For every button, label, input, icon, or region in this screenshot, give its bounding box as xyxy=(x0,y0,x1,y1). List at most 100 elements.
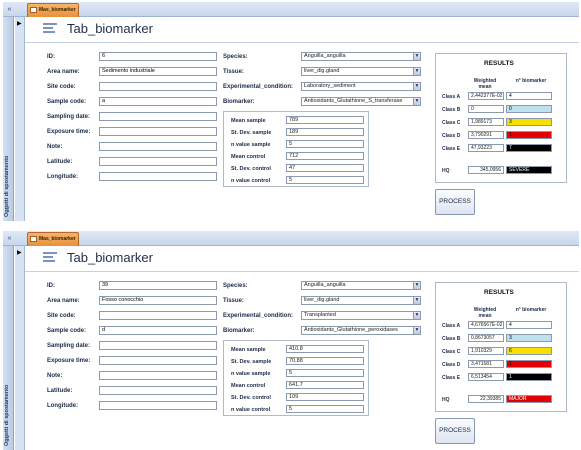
note-field[interactable] xyxy=(99,142,217,151)
experimental-condition-combo[interactable]: Laboratory_sediment ▼ xyxy=(301,82,421,91)
n-control-label: n value control xyxy=(231,178,271,184)
species-value: Anguilla_anguilla xyxy=(304,282,346,288)
chevron-down-icon[interactable]: ▼ xyxy=(413,68,420,75)
species-combo[interactable]: Anguilla_anguilla ▼ xyxy=(301,52,421,61)
class-weighted-mean-field[interactable]: 0,8673057 xyxy=(468,334,504,342)
sampling-date-field[interactable] xyxy=(99,112,217,121)
class-weighted-mean-field[interactable]: 3,471581 xyxy=(468,360,504,368)
site-code-field[interactable] xyxy=(99,311,217,320)
n-sample-field[interactable]: 5 xyxy=(286,140,364,148)
latitude-field[interactable] xyxy=(99,157,217,166)
class-weighted-mean-field[interactable]: 3,790291 xyxy=(468,131,504,139)
form-icon xyxy=(43,252,57,264)
hq-value-field[interactable]: 345,0956 xyxy=(468,166,504,174)
hq-value-field[interactable]: 22,39385 xyxy=(468,395,504,403)
chevron-down-icon[interactable]: ▼ xyxy=(413,297,420,304)
process-button[interactable]: PROCESS xyxy=(435,189,475,215)
id-label: ID: xyxy=(47,54,55,60)
sd-sample-field[interactable]: 70,88 xyxy=(286,357,364,365)
class-weighted-mean-field[interactable]: 1,910329 xyxy=(468,347,504,355)
record-selector[interactable]: ▶ xyxy=(15,246,25,450)
exposure-time-label: Exposure time: xyxy=(47,129,91,135)
n-control-field[interactable]: 5 xyxy=(286,405,364,413)
n-sample-field[interactable]: 5 xyxy=(286,369,364,377)
statistics-box: Mean sample 789 St. Dev. sample 189 n va… xyxy=(223,111,369,187)
process-button[interactable]: PROCESS xyxy=(435,418,475,444)
class-weighted-mean-field[interactable]: 1,989173 xyxy=(468,118,504,126)
document-tab[interactable]: Mas_biomarker xyxy=(27,3,79,17)
chevron-down-icon[interactable]: ▼ xyxy=(413,83,420,90)
hq-level-field[interactable]: MAJOR xyxy=(506,395,552,403)
longitude-label: Longitude: xyxy=(47,174,78,180)
class-count-field[interactable]: 3 xyxy=(506,334,552,342)
biomarker-combo[interactable]: Antioxidants_Glutathione_peroxidases ▼ xyxy=(301,326,421,335)
biomarker-combo[interactable]: Antioxidants_Glutathione_S_transferase ▼ xyxy=(301,97,421,106)
class-count-field[interactable]: 7 xyxy=(506,144,552,152)
sd-control-field[interactable]: 47 xyxy=(286,164,364,172)
mean-sample-field[interactable]: 410,8 xyxy=(286,345,364,353)
mean-control-field[interactable]: 712 xyxy=(286,152,364,160)
n-sample-label: n value sample xyxy=(231,371,271,377)
id-field[interactable]: 6 xyxy=(99,52,217,61)
class-weighted-mean-field[interactable]: 6,513454 xyxy=(468,373,504,381)
class-label: Class A xyxy=(442,323,461,329)
longitude-field[interactable] xyxy=(99,172,217,181)
sd-sample-label: St. Dev. sample xyxy=(231,130,272,136)
class-weighted-mean-field[interactable]: 0 xyxy=(468,105,504,113)
id-field[interactable]: 39 xyxy=(99,281,217,290)
class-count-field[interactable]: 0 xyxy=(506,105,552,113)
class-count-field[interactable]: 1 xyxy=(506,360,552,368)
class-count-field[interactable]: 1 xyxy=(506,131,552,139)
sampling-date-field[interactable] xyxy=(99,341,217,350)
class-count-field[interactable]: 4 xyxy=(506,321,552,329)
class-count-field[interactable]: 1 xyxy=(506,373,552,381)
class-count-field[interactable]: 3 xyxy=(506,118,552,126)
sampling-date-label: Sampling date: xyxy=(47,114,91,120)
tissue-combo[interactable]: liver_dig.gland ▼ xyxy=(301,296,421,305)
sd-control-label: St. Dev. control xyxy=(231,166,271,172)
longitude-field[interactable] xyxy=(99,401,217,410)
tissue-combo[interactable]: liver_dig.gland ▼ xyxy=(301,67,421,76)
class-label: Class D xyxy=(442,133,461,139)
class-weighted-mean-field[interactable]: 47,93223 xyxy=(468,144,504,152)
class-weighted-mean-field[interactable]: 4,676567E-02 xyxy=(468,321,504,329)
form-header: Tab_biomarker xyxy=(25,246,579,272)
navigation-pane-collapsed[interactable]: Oggetti di spostamento xyxy=(3,17,14,221)
tissue-value: liver_dig.gland xyxy=(304,68,340,74)
form-tab-icon xyxy=(30,7,37,13)
sd-control-field[interactable]: 109 xyxy=(286,393,364,401)
class-count-field[interactable]: 4 xyxy=(506,92,552,100)
sampling-date-label: Sampling date: xyxy=(47,343,91,349)
form-tab-icon xyxy=(30,236,37,242)
sample-code-label: Sample code: xyxy=(47,328,87,334)
chevron-down-icon[interactable]: ▼ xyxy=(413,53,420,60)
sample-code-field[interactable]: a xyxy=(99,97,217,106)
shutter-bar-toggle-icon[interactable]: « xyxy=(5,234,14,243)
document-tab[interactable]: Mas_biomarker xyxy=(27,232,79,246)
chevron-down-icon[interactable]: ▼ xyxy=(413,327,420,334)
sd-sample-field[interactable]: 189 xyxy=(286,128,364,136)
class-weighted-mean-field[interactable]: 2,442377E-02 xyxy=(468,92,504,100)
navigation-pane-collapsed[interactable]: Oggetti di spostamento xyxy=(3,246,14,450)
n-control-field[interactable]: 5 xyxy=(286,176,364,184)
latitude-field[interactable] xyxy=(99,386,217,395)
experimental-condition-combo[interactable]: Transplanted ▼ xyxy=(301,311,421,320)
mean-control-field[interactable]: 641,7 xyxy=(286,381,364,389)
chevron-down-icon[interactable]: ▼ xyxy=(413,282,420,289)
mean-sample-field[interactable]: 789 xyxy=(286,116,364,124)
note-field[interactable] xyxy=(99,371,217,380)
shutter-bar-toggle-icon[interactable]: « xyxy=(5,5,14,14)
species-combo[interactable]: Anguilla_anguilla ▼ xyxy=(301,281,421,290)
exposure-time-field[interactable] xyxy=(99,356,217,365)
chevron-down-icon[interactable]: ▼ xyxy=(413,312,420,319)
chevron-down-icon[interactable]: ▼ xyxy=(413,98,420,105)
results-box: RESULTS Weighted mean n° biomarker Class… xyxy=(435,53,567,183)
area-name-field[interactable]: Sedimento industriale xyxy=(99,67,217,76)
record-selector[interactable]: ▶ xyxy=(15,17,25,221)
class-count-field[interactable]: 6 xyxy=(506,347,552,355)
hq-level-field[interactable]: SEVERE xyxy=(506,166,552,174)
area-name-field[interactable]: Fosso conocchio xyxy=(99,296,217,305)
site-code-field[interactable] xyxy=(99,82,217,91)
sample-code-field[interactable]: d xyxy=(99,326,217,335)
exposure-time-field[interactable] xyxy=(99,127,217,136)
